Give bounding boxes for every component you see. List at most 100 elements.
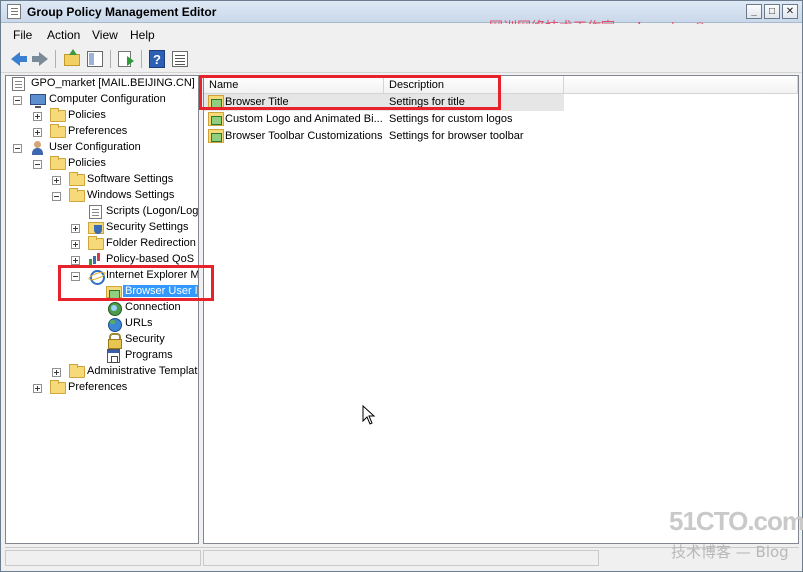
column-header-empty: [564, 76, 798, 94]
toolbar-separator: [55, 50, 56, 68]
folder-icon: [69, 172, 85, 186]
tree-item-connection[interactable]: Connection: [6, 300, 198, 316]
tree-item-software-settings[interactable]: Software Settings: [6, 172, 198, 188]
tree-item-label: Preferences: [68, 381, 128, 393]
tree-item-label: Programs: [125, 349, 173, 361]
expand-icon[interactable]: [52, 176, 61, 185]
folder-icon: [69, 188, 85, 202]
back-arrow-icon[interactable]: [9, 50, 27, 68]
tree-item-label: URLs: [125, 317, 153, 329]
folder-icon: [88, 236, 104, 250]
connection-globe-icon: [106, 301, 122, 316]
menu-view[interactable]: View: [92, 28, 118, 42]
status-cell-middle: [203, 550, 599, 566]
setting-icon: [208, 129, 224, 143]
help-icon[interactable]: ?: [148, 50, 166, 68]
up-folder-icon[interactable]: [63, 49, 81, 68]
tree-item-uc-policies[interactable]: Policies: [6, 156, 198, 172]
tree-item-label: Security: [125, 333, 165, 345]
tree-item-label: Administrative Templat: [87, 365, 198, 377]
minimize-button[interactable]: _: [746, 4, 762, 19]
export-list-icon[interactable]: [117, 50, 135, 68]
computer-icon: [30, 94, 46, 108]
expand-icon[interactable]: [33, 384, 42, 393]
tree-item-programs[interactable]: Programs: [6, 348, 198, 364]
expand-icon[interactable]: [71, 240, 80, 249]
setting-icon: [208, 112, 224, 126]
tree-item-label: Computer Configuration: [49, 93, 166, 105]
gpo-document-icon: [12, 77, 25, 91]
maximize-button[interactable]: □: [764, 4, 780, 19]
menu-bar: File Action View Help: [1, 24, 802, 45]
highlight-box-header-row: [199, 75, 501, 110]
expand-icon[interactable]: [52, 368, 61, 377]
collapse-icon[interactable]: [52, 192, 61, 201]
menu-file[interactable]: File: [13, 28, 32, 42]
script-document-icon: [89, 205, 102, 219]
tree-item-label: Policy-based QoS: [106, 253, 195, 265]
tree-item-label: Policies: [68, 157, 106, 169]
window-controls: _ □ ✕: [746, 4, 798, 19]
status-cell-left: [5, 550, 201, 566]
folder-icon: [50, 124, 66, 138]
tree-item-label: Software Settings: [87, 173, 174, 185]
tree-item-cc-policies[interactable]: Policies: [6, 108, 198, 124]
details-list[interactable]: Name Description Browser Title Settings …: [203, 75, 799, 544]
collapse-icon[interactable]: [33, 160, 42, 169]
tree-item-label: Policies: [68, 109, 106, 121]
expand-icon[interactable]: [71, 224, 80, 233]
properties-icon[interactable]: [171, 50, 189, 68]
row-description: Settings for browser toolbar: [389, 130, 524, 142]
list-row-browser-toolbar[interactable]: Browser Toolbar Customizations Settings …: [204, 128, 798, 145]
tree-item-label: Scripts (Logon/Logo: [106, 205, 199, 217]
window-title: Group Policy Management Editor: [27, 5, 217, 19]
toolbar-separator: [141, 50, 142, 68]
tree-item-computer-configuration[interactable]: Computer Configuration: [6, 92, 198, 108]
tree-item-administrative-templates[interactable]: Administrative Templat: [6, 364, 198, 380]
blog-logo-text: 技术博客 — Blog: [671, 543, 789, 561]
collapse-icon[interactable]: [13, 96, 22, 105]
expand-icon[interactable]: [33, 128, 42, 137]
tree-item-security-settings[interactable]: Security Settings: [6, 220, 198, 236]
row-name: Custom Logo and Animated Bi...: [225, 113, 383, 125]
tree-item-label: User Configuration: [49, 141, 141, 153]
row-description: Settings for custom logos: [389, 113, 513, 125]
toolbar: ?: [1, 45, 802, 73]
tree-item-label: Preferences: [68, 125, 128, 137]
tree-item-label: Windows Settings: [87, 189, 175, 201]
urls-globe-icon: [106, 317, 122, 332]
tree-item-windows-settings[interactable]: Windows Settings: [6, 188, 198, 204]
51cto-logo: 51CTO.com: [669, 506, 803, 536]
tree-item-folder-redirection[interactable]: Folder Redirection: [6, 236, 198, 252]
show-hide-tree-icon[interactable]: [86, 50, 104, 68]
toolbar-separator: [110, 50, 111, 68]
close-button[interactable]: ✕: [782, 4, 798, 19]
expand-icon[interactable]: [33, 112, 42, 121]
menu-action[interactable]: Action: [47, 28, 80, 42]
tree-item-security[interactable]: Security: [6, 332, 198, 349]
lock-icon: [106, 333, 122, 349]
tree-item-user-configuration[interactable]: User Configuration: [6, 140, 198, 156]
tree-item-label: Folder Redirection: [106, 237, 196, 249]
forward-arrow-icon[interactable]: [31, 50, 49, 68]
title-bar[interactable]: Group Policy Management Editor 网训网络技术工作室…: [1, 1, 802, 36]
console-tree[interactable]: GPO_market [MAIL.BEIJING.CN] Po Computer…: [5, 75, 199, 544]
folder-icon: [50, 156, 66, 170]
tree-item-label: Security Settings: [106, 221, 189, 233]
tree-item-cc-preferences[interactable]: Preferences: [6, 124, 198, 140]
list-row-custom-logo[interactable]: Custom Logo and Animated Bi... Settings …: [204, 111, 798, 128]
user-icon: [30, 141, 46, 155]
collapse-icon[interactable]: [13, 144, 22, 153]
tree-item-label: Connection: [125, 301, 181, 313]
menu-help[interactable]: Help: [130, 28, 155, 42]
folder-icon: [69, 364, 85, 378]
tree-item-gpo-root[interactable]: GPO_market [MAIL.BEIJING.CN] Po: [6, 76, 199, 92]
folder-icon: [50, 380, 66, 394]
highlight-box-tree-node: [58, 265, 214, 301]
tree-item-uc-preferences[interactable]: Preferences: [6, 380, 198, 396]
tree-item-urls[interactable]: URLs: [6, 316, 198, 332]
tree-item-scripts[interactable]: Scripts (Logon/Logo: [6, 204, 199, 220]
folder-icon: [50, 108, 66, 122]
expand-icon[interactable]: [71, 256, 80, 265]
tree-item-label: GPO_market [MAIL.BEIJING.CN] Po: [31, 77, 199, 89]
